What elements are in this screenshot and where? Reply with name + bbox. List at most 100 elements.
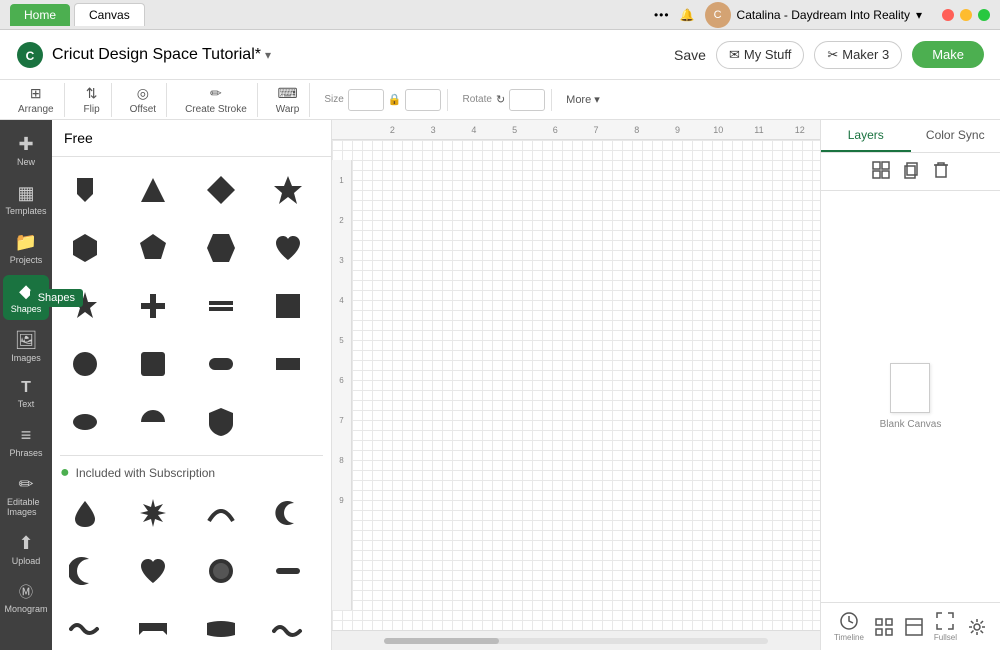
shape-stadium[interactable] — [196, 339, 246, 389]
tab-canvas[interactable]: Canvas — [74, 3, 145, 26]
shape-wave[interactable] — [60, 604, 110, 650]
sidebar-item-phrases[interactable]: ≡ Phrases — [3, 419, 49, 464]
sidebar-item-shapes[interactable]: ◆ Shapes Shapes — [3, 275, 49, 320]
project-title[interactable]: Cricut Design Space Tutorial* ▾ — [52, 46, 271, 64]
shape-hexagon2[interactable] — [196, 223, 246, 273]
settings-button[interactable] — [967, 617, 987, 637]
height-input[interactable] — [405, 89, 441, 111]
horizontal-scrollbar[interactable] — [384, 638, 499, 644]
ruler-mark: 12 — [779, 125, 820, 135]
shape-heart[interactable] — [263, 223, 313, 273]
shape-square3[interactable] — [263, 339, 313, 389]
shape-shield[interactable] — [196, 397, 246, 447]
canvas-grid[interactable] — [332, 140, 820, 630]
shape-equals[interactable] — [196, 281, 246, 331]
tab-layers[interactable]: Layers — [821, 120, 911, 152]
make-label: Make — [932, 47, 964, 62]
shape-triangle[interactable] — [128, 165, 178, 215]
sidebar-item-new[interactable]: ✚ New — [3, 128, 49, 173]
user-info[interactable]: C Catalina - Daydream Into Reality ▾ — [705, 2, 922, 28]
sidebar-item-projects[interactable]: 📁 Projects — [3, 226, 49, 271]
toolbar: ⊞ Arrange ⇅ Flip ◎ Offset ✏ Create Strok… — [0, 80, 1000, 120]
arrange-button[interactable]: ⊞ Arrange — [14, 83, 58, 117]
sidebar-item-upload[interactable]: ⬆ Upload — [3, 527, 49, 572]
rotate-input[interactable] — [509, 89, 545, 111]
shape-tilde[interactable] — [263, 604, 313, 650]
shape-chevron[interactable] — [60, 165, 110, 215]
panel-title: Free — [64, 130, 93, 146]
canvas-area[interactable]: 2 3 4 5 6 7 8 9 10 11 12 1 2 3 4 5 6 — [332, 120, 820, 650]
timeline-button[interactable]: Timeline — [834, 611, 864, 642]
make-button[interactable]: Make — [912, 41, 984, 68]
grid-button[interactable] — [874, 617, 894, 637]
sidebar-item-monogram[interactable]: Ⓜ Monogram — [3, 576, 49, 620]
shape-star5[interactable] — [263, 165, 313, 215]
ruler-mark: 9 — [657, 125, 698, 135]
shapes-panel: Free — [52, 120, 332, 650]
close-button[interactable] — [942, 9, 954, 21]
maker-button[interactable]: ✂ Maker 3 — [814, 41, 902, 69]
warp-icon: ⌨ — [279, 85, 297, 103]
sidebar-item-templates[interactable]: ▦ Templates — [3, 177, 49, 222]
shape-dash[interactable] — [263, 546, 313, 596]
shape-crescent[interactable] — [263, 488, 313, 538]
my-stuff-button[interactable]: ✉ My Stuff — [716, 41, 804, 69]
my-stuff-label: My Stuff — [744, 47, 791, 62]
title-bar: Home Canvas ••• 🔔 C Catalina - Daydream … — [0, 0, 1000, 30]
group-button[interactable] — [872, 161, 890, 182]
editable-images-icon: ✏ — [18, 474, 33, 495]
shape-seal[interactable] — [128, 488, 178, 538]
shape-square2[interactable] — [128, 339, 178, 389]
more-button[interactable]: More ▾ — [566, 93, 600, 106]
sidebar-item-text-label: Text — [18, 399, 35, 409]
text-icon: T — [21, 379, 31, 397]
warp-button[interactable]: ⌨ Warp — [272, 83, 304, 117]
save-button[interactable]: Save — [674, 47, 706, 63]
maximize-button[interactable] — [978, 9, 990, 21]
sidebar-item-editable-images[interactable]: ✏ Editable Images — [3, 468, 49, 523]
panel-content: ● Included with Subscription — [52, 157, 331, 650]
sidebar-item-text[interactable]: T Text — [3, 373, 49, 415]
bell-icon[interactable]: 🔔 — [680, 8, 695, 22]
ruler-vertical: 1 2 3 4 5 6 7 8 9 — [332, 160, 352, 610]
delete-button[interactable] — [932, 161, 950, 182]
shape-heart2[interactable] — [128, 546, 178, 596]
offset-icon: ◎ — [134, 85, 152, 103]
settings-icon — [967, 617, 987, 637]
shape-seal2[interactable] — [196, 546, 246, 596]
shape-drop[interactable] — [60, 488, 110, 538]
minimize-button[interactable] — [960, 9, 972, 21]
more-button[interactable]: ••• — [654, 8, 670, 22]
shape-oval[interactable] — [60, 397, 110, 447]
shape-square[interactable] — [263, 281, 313, 331]
canvas-bottom-bar — [332, 630, 820, 650]
fullscreen-label: Fullsel — [934, 633, 957, 642]
shape-crescent2[interactable] — [60, 546, 110, 596]
title-bar-right: ••• 🔔 C Catalina - Daydream Into Reality… — [654, 2, 990, 28]
shape-circle[interactable] — [60, 339, 110, 389]
create-stroke-button[interactable]: ✏ Create Stroke — [181, 83, 251, 117]
tab-canvas-label: Canvas — [89, 8, 130, 22]
shape-pentagon[interactable] — [128, 223, 178, 273]
shape-diamond[interactable] — [196, 165, 246, 215]
sidebar-item-images[interactable]: 🖼 Images — [3, 324, 49, 369]
arrange-icon: ⊞ — [27, 85, 45, 103]
flip-button[interactable]: ⇅ Flip — [79, 83, 105, 117]
tab-home[interactable]: Home — [10, 4, 70, 26]
panel-view-button[interactable] — [904, 617, 924, 637]
offset-button[interactable]: ◎ Offset — [126, 83, 161, 117]
shape-banner1[interactable] — [128, 604, 178, 650]
rotate-icon: ↻ — [496, 93, 505, 106]
duplicate-button[interactable] — [902, 161, 920, 182]
shape-banner2[interactable] — [196, 604, 246, 650]
tab-color-sync[interactable]: Color Sync — [911, 120, 1000, 152]
shape-arc[interactable] — [196, 488, 246, 538]
width-input[interactable] — [348, 89, 384, 111]
arrange-label: Arrange — [18, 104, 54, 115]
shape-halfcircle[interactable] — [128, 397, 178, 447]
shape-plus[interactable] — [128, 281, 178, 331]
fullscreen-button[interactable]: Fullsel — [934, 611, 957, 642]
free-shapes-grid — [60, 165, 323, 447]
toolbar-warp-group: ⌨ Warp — [266, 83, 311, 117]
shape-hexagon[interactable] — [60, 223, 110, 273]
